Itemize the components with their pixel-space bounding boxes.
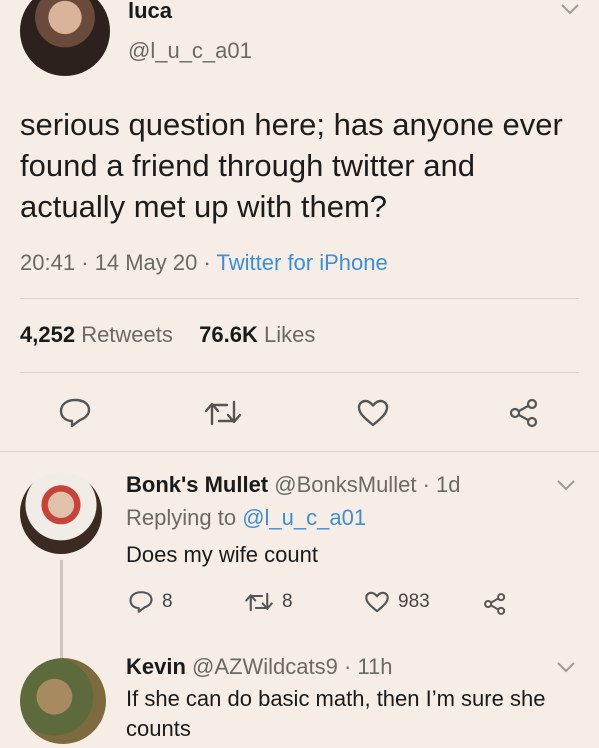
share-icon[interactable] — [482, 592, 508, 616]
heart-icon[interactable] — [356, 398, 390, 428]
tweet-text: serious question here; has anyone ever f… — [20, 107, 563, 224]
separator: · — [422, 472, 430, 497]
retweet-count: 8 — [282, 591, 293, 612]
tweet-meta: 20:41 · 14 May 20 · Twitter for iPhone — [20, 250, 388, 276]
reply-author-handle[interactable]: @AZWildcats9 — [192, 654, 338, 679]
avatar[interactable] — [20, 658, 106, 744]
author-handle[interactable]: @l_u_c_a01 — [128, 38, 252, 64]
reply-age: 11h — [357, 654, 393, 679]
reply-count: 8 — [162, 591, 173, 612]
reply-author-name[interactable]: Bonk's Mullet — [126, 472, 268, 497]
reply-text: Does my wife count — [126, 542, 318, 567]
replying-to-line: Replying to @l_u_c_a01 — [126, 505, 366, 531]
likes-label: Likes — [264, 322, 316, 347]
replying-to-handle[interactable]: @l_u_c_a01 — [242, 505, 366, 530]
tweet-stats: 4,252 Retweets 76.6K Likes — [20, 322, 315, 348]
like-action[interactable]: 983 — [364, 590, 430, 614]
retweet-icon[interactable] — [203, 398, 243, 428]
divider — [0, 451, 599, 452]
avatar[interactable] — [20, 0, 110, 76]
reply-icon[interactable] — [58, 397, 92, 429]
retweet-action[interactable]: 8 — [244, 590, 293, 614]
reply-age: 1d — [436, 472, 461, 497]
divider — [20, 372, 579, 373]
likes-count: 76.6K — [199, 322, 258, 347]
reply-action[interactable]: 8 — [128, 590, 173, 614]
heart-icon — [364, 590, 390, 614]
retweet-icon — [244, 590, 274, 614]
avatar[interactable] — [20, 472, 102, 554]
separator: · — [203, 250, 211, 275]
divider — [20, 298, 579, 299]
share-icon[interactable] — [507, 398, 541, 428]
separator: · — [81, 250, 89, 275]
chevron-down-icon[interactable] — [556, 660, 576, 674]
tweet-date: 14 May 20 — [94, 250, 198, 275]
separator: · — [343, 654, 352, 679]
author-name[interactable]: luca — [128, 0, 172, 24]
reply-text: If she can do basic math, then I’m sure … — [126, 686, 546, 741]
tweet-source[interactable]: Twitter for iPhone — [217, 250, 388, 275]
retweets-stat[interactable]: 4,252 Retweets — [20, 322, 179, 347]
reply-author-name[interactable]: Kevin — [126, 654, 186, 679]
thread-line — [60, 560, 63, 658]
chevron-down-icon[interactable] — [556, 478, 576, 492]
likes-stat[interactable]: 76.6K Likes — [199, 322, 315, 347]
retweets-label: Retweets — [81, 322, 173, 347]
tweet-time: 20:41 — [20, 250, 76, 275]
reply-author-handle[interactable]: @BonksMullet — [274, 472, 416, 497]
reply-header: Kevin @AZWildcats9 · 11h — [126, 654, 393, 680]
replying-prefix: Replying to — [126, 505, 237, 530]
like-count: 983 — [398, 591, 430, 612]
chevron-down-icon[interactable] — [560, 2, 580, 16]
reply-icon — [128, 590, 154, 614]
reply-header: Bonk's Mullet @BonksMullet · 1d — [126, 472, 461, 498]
retweets-count: 4,252 — [20, 322, 76, 347]
